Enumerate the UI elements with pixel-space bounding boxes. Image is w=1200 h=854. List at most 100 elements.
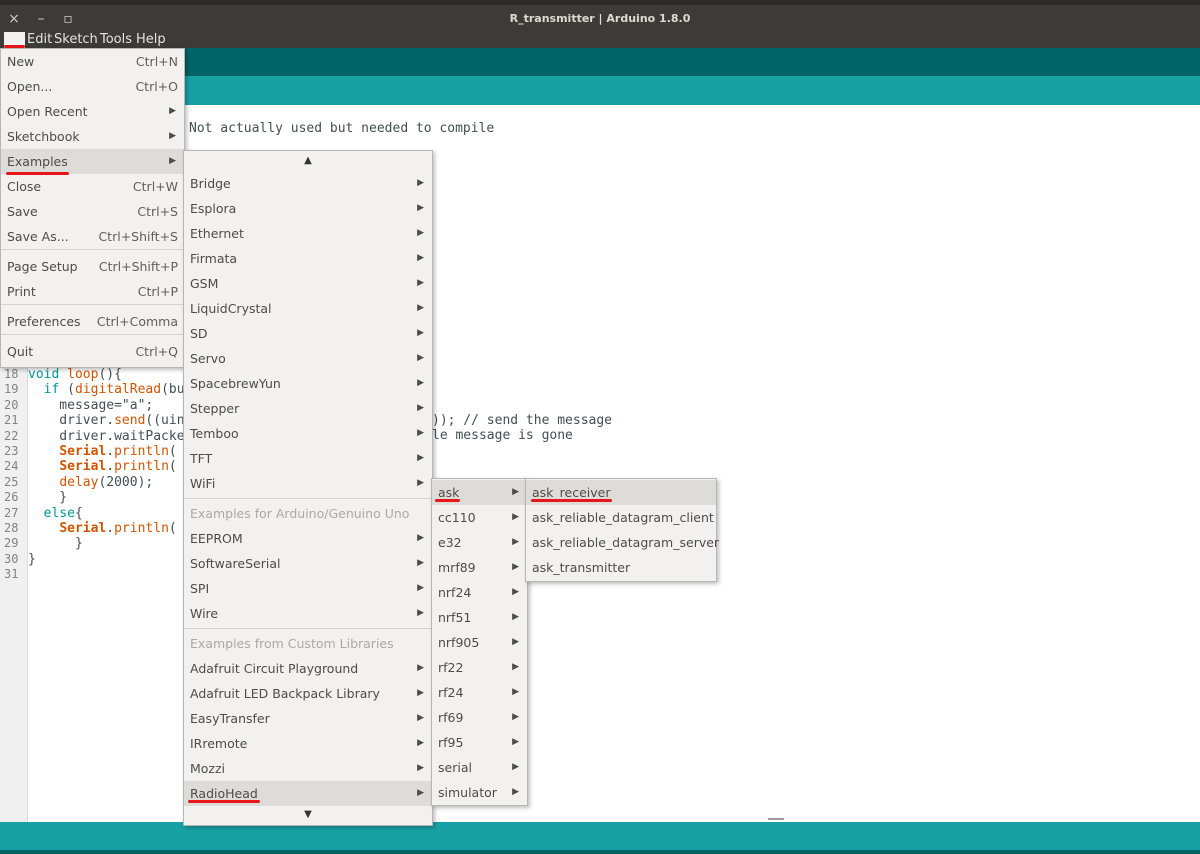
examples-item-stepper[interactable]: Stepper ▶: [184, 396, 432, 421]
ask-menu-label: ask_transmitter: [532, 560, 631, 575]
shortcut-label: Ctrl+Q: [135, 344, 178, 359]
file-menu-item-examples[interactable]: Examples ▶: [1, 149, 184, 174]
file-menu-item-sketchbook[interactable]: Sketchbook ▶: [1, 124, 184, 149]
file-menu-item-new[interactable]: New Ctrl+N: [1, 49, 184, 74]
radiohead-menu-label: nrf24: [438, 585, 472, 600]
ask-menu-label: ask_reliable_datagram_client: [532, 510, 714, 525]
submenu-arrow-icon: ▶: [417, 228, 424, 238]
submenu-arrow-icon: ▶: [417, 763, 424, 773]
submenu-arrow-icon: ▶: [417, 558, 424, 568]
examples-item-easytransfer[interactable]: EasyTransfer ▶: [184, 706, 432, 731]
examples-item-ethernet[interactable]: Ethernet ▶: [184, 221, 432, 246]
examples-menu-label: Examples for Arduino/Genuino Uno: [190, 506, 410, 521]
menu-sketch[interactable]: Sketch: [54, 32, 98, 48]
radiohead-item-rf95[interactable]: rf95 ▶: [432, 730, 527, 755]
radiohead-item-e32[interactable]: e32 ▶: [432, 530, 527, 555]
examples-item-spacebrewyun[interactable]: SpacebrewYun ▶: [184, 371, 432, 396]
resize-handle-icon[interactable]: [768, 818, 784, 820]
code-line-26: }: [28, 490, 68, 506]
radiohead-menu-label: rf95: [438, 735, 464, 750]
examples-item-adafruit-led-backpack-library[interactable]: Adafruit LED Backpack Library ▶: [184, 681, 432, 706]
annotation-underline-ask-receiver: [531, 499, 612, 502]
examples-menu-label: GSM: [190, 276, 219, 291]
radiohead-item-nrf905[interactable]: nrf905 ▶: [432, 630, 527, 655]
file-menu-item-close[interactable]: Close Ctrl+W: [1, 174, 184, 199]
radiohead-menu-label: rf69: [438, 710, 464, 725]
examples-menu-label: Temboo: [190, 426, 239, 441]
radiohead-submenu: ask ▶ cc110 ▶ e32 ▶ mrf89 ▶ nrf24 ▶ nrf51 ▶ nrf905 ▶ r…: [431, 478, 528, 806]
examples-item-gsm[interactable]: GSM ▶: [184, 271, 432, 296]
bottom-strip: [0, 850, 1200, 854]
file-menu-item-print[interactable]: Print Ctrl+P: [1, 279, 184, 304]
submenu-arrow-icon: ▶: [417, 378, 424, 388]
submenu-arrow-icon: ▶: [417, 738, 424, 748]
file-menu-item-preferences[interactable]: Preferences Ctrl+Comma: [1, 309, 184, 334]
submenu-arrow-icon: ▶: [512, 512, 519, 522]
ask-item-ask-transmitter[interactable]: ask_transmitter: [526, 555, 716, 580]
examples-menu-label: WiFi: [190, 476, 216, 491]
radiohead-item-nrf24[interactable]: nrf24 ▶: [432, 580, 527, 605]
radiohead-menu-label: e32: [438, 535, 462, 550]
menu-tools[interactable]: Tools: [100, 32, 132, 48]
file-menu-item-quit[interactable]: Quit Ctrl+Q: [1, 339, 184, 364]
ask-item-ask-reliable-datagram-client[interactable]: ask_reliable_datagram_client: [526, 505, 716, 530]
examples-menu-label: Bridge: [190, 176, 231, 191]
scroll-down-arrow-icon[interactable]: ▼: [184, 806, 432, 826]
code-line-21: driver.send((uin: [28, 413, 185, 429]
examples-menu-label: SPI: [190, 581, 210, 596]
examples-item-wire[interactable]: Wire ▶: [184, 601, 432, 626]
examples-item-wifi[interactable]: WiFi ▶: [184, 471, 432, 496]
examples-menu-label: SD: [190, 326, 208, 341]
examples-menu-label: LiquidCrystal: [190, 301, 272, 316]
examples-item-softwareserial[interactable]: SoftwareSerial ▶: [184, 551, 432, 576]
sep-after-save-as: [1, 249, 184, 250]
examples-menu-label: Adafruit Circuit Playground: [190, 661, 359, 676]
code-line-27: else{: [43, 505, 83, 521]
examples-item-esplora[interactable]: Esplora ▶: [184, 196, 432, 221]
examples-item-liquidcrystal[interactable]: LiquidCrystal ▶: [184, 296, 432, 321]
file-menu-item-save[interactable]: Save Ctrl+S: [1, 199, 184, 224]
radiohead-item-nrf51[interactable]: nrf51 ▶: [432, 605, 527, 630]
examples-item-spi[interactable]: SPI ▶: [184, 576, 432, 601]
submenu-arrow-icon: ▶: [417, 278, 424, 288]
scroll-up-arrow-icon[interactable]: ▲: [184, 151, 432, 171]
menu-edit[interactable]: Edit: [27, 32, 52, 48]
radiohead-item-simulator[interactable]: simulator ▶: [432, 780, 527, 805]
ask-item-ask-reliable-datagram-server[interactable]: ask_reliable_datagram_server: [526, 530, 719, 555]
file-menu-item-save-as[interactable]: Save As... Ctrl+Shift+S: [1, 224, 184, 249]
file-menu-item-open[interactable]: Open... Ctrl+O: [1, 74, 184, 99]
code-fragment-send: )); // send the message: [432, 413, 613, 428]
submenu-arrow-icon: ▶: [512, 737, 519, 747]
radiohead-item-rf24[interactable]: rf24 ▶: [432, 680, 527, 705]
examples-menu-label: Wire: [190, 606, 219, 621]
line-number: 22: [4, 428, 19, 443]
file-menu-label: Close: [7, 179, 42, 194]
examples-item-servo[interactable]: Servo ▶: [184, 346, 432, 371]
radiohead-item-cc110[interactable]: cc110 ▶: [432, 505, 527, 530]
examples-menu-label: Examples from Custom Libraries: [190, 636, 394, 651]
examples-item-firmata[interactable]: Firmata ▶: [184, 246, 432, 271]
radiohead-item-mrf89[interactable]: mrf89 ▶: [432, 555, 527, 580]
radiohead-item-rf22[interactable]: rf22 ▶: [432, 655, 527, 680]
examples-menu-label: EasyTransfer: [190, 711, 270, 726]
examples-item-temboo[interactable]: Temboo ▶: [184, 421, 432, 446]
window-title: R_transmitter | Arduino 1.8.0: [509, 12, 691, 25]
submenu-arrow-icon: ▶: [417, 428, 424, 438]
file-menu-label: Save As...: [7, 229, 69, 244]
sep-after-print: [1, 304, 184, 305]
file-menu-item-page-setup[interactable]: Page Setup Ctrl+Shift+P: [1, 254, 184, 279]
line-number: 29: [4, 536, 19, 551]
examples-item-adafruit-circuit-playground[interactable]: Adafruit Circuit Playground ▶: [184, 656, 432, 681]
file-menu-label: Sketchbook: [7, 129, 80, 144]
radiohead-item-serial[interactable]: serial ▶: [432, 755, 527, 780]
examples-item-mozzi[interactable]: Mozzi ▶: [184, 756, 432, 781]
menu-help[interactable]: Help: [136, 32, 166, 48]
examples-item-sd[interactable]: SD ▶: [184, 321, 432, 346]
examples-item-bridge[interactable]: Bridge ▶: [184, 171, 432, 196]
examples-item-tft[interactable]: TFT ▶: [184, 446, 432, 471]
examples-item-eeprom[interactable]: EEPROM ▶: [184, 526, 432, 551]
submenu-arrow-icon: ▶: [417, 303, 424, 313]
radiohead-item-rf69[interactable]: rf69 ▶: [432, 705, 527, 730]
examples-item-irremote[interactable]: IRremote ▶: [184, 731, 432, 756]
file-menu-item-open-recent[interactable]: Open Recent ▶: [1, 99, 184, 124]
